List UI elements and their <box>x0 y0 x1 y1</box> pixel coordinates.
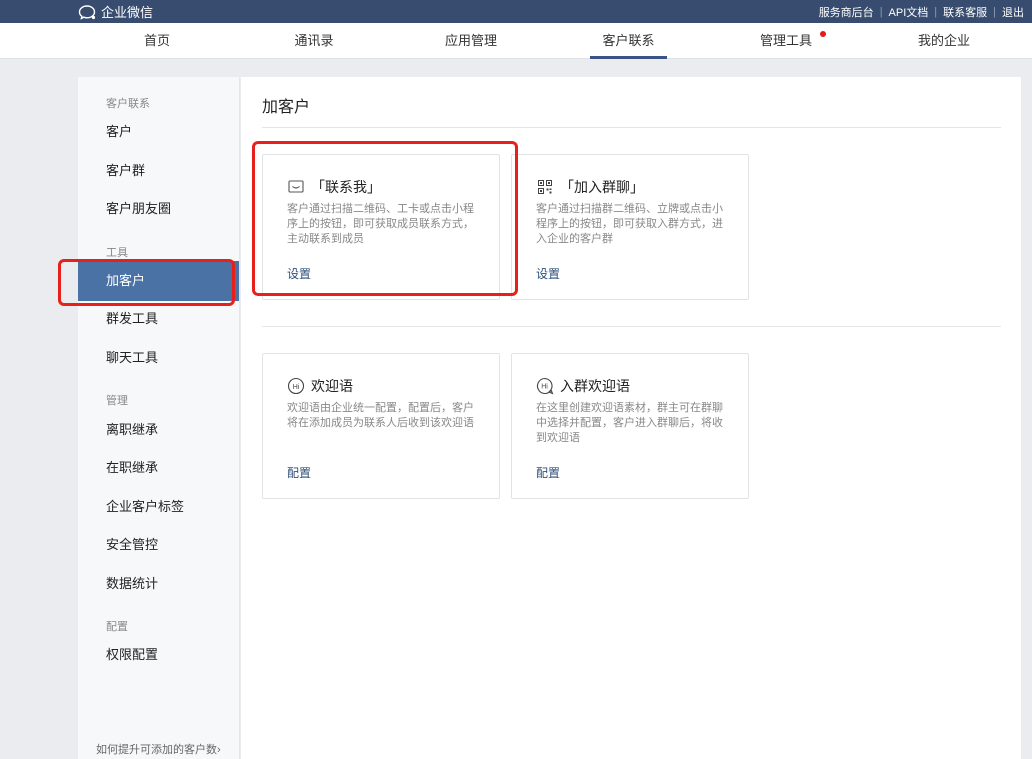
card-description: 欢迎语由企业统一配置，配置后，客户将在添加成员为联系人后收到该欢迎语 <box>287 402 474 429</box>
card-title: 欢迎语 <box>311 378 353 394</box>
top-bar: 企业微信 服务商后台 | API文档 | 联系客服 | 退出 <box>0 0 1032 23</box>
nav-customer-contact[interactable]: 客户联系 <box>590 23 667 59</box>
sidebar-footer-link[interactable]: 如何提升可添加的客户数› <box>96 741 221 757</box>
card-welcome-message: Hi 欢迎语 欢迎语由企业统一配置，配置后，客户将在添加成员为联系人后收到该欢迎… <box>262 353 500 499</box>
separator: | <box>934 5 938 18</box>
hi-bubble-icon: Hi <box>287 377 305 395</box>
svg-text:Hi: Hi <box>541 384 548 391</box>
top-links: 服务商后台 | API文档 | 联系客服 | 退出 <box>819 0 1024 23</box>
main-nav: 首页 通讯录 应用管理 客户联系 管理工具 我的企业 <box>0 23 1032 59</box>
card-head: 「加入群聊」 <box>536 177 644 197</box>
nav-management-tools-label: 管理工具 <box>759 33 812 48</box>
card-group-welcome-message: Hi 入群欢迎语 在这里创建欢迎语素材，群主可在群聊中选择并配置，客户进入群聊后… <box>511 353 749 499</box>
config-link[interactable]: 配置 <box>287 464 311 481</box>
separator: | <box>879 5 883 18</box>
link-contact-support[interactable]: 联系客服 <box>943 4 987 20</box>
sidebar-item-stats[interactable]: 数据统计 <box>78 564 239 604</box>
divider <box>262 127 1001 128</box>
sidebar-group-manage: 管理 <box>106 395 128 407</box>
sidebar-group-customer-contact: 客户联系 <box>106 98 150 110</box>
divider <box>262 326 1001 327</box>
sidebar-item-customer[interactable]: 客户 <box>78 112 239 152</box>
card-head: Hi 入群欢迎语 <box>536 376 630 396</box>
nav-my-enterprise[interactable]: 我的企业 <box>910 23 978 59</box>
svg-text:Hi: Hi <box>293 384 300 391</box>
sidebar-item-onjob-transfer[interactable]: 在职继承 <box>78 448 239 488</box>
sidebar-footer-label: 如何提升可添加的客户数 <box>96 744 217 756</box>
card-description: 客户通过扫描二维码、工卡或点击小程序上的按钮，即可获取成员联系方式，主动联系到成… <box>287 203 474 245</box>
sidebar-group-tools: 工具 <box>106 247 128 259</box>
config-link[interactable]: 配置 <box>536 464 560 481</box>
logo-text: 企业微信 <box>101 5 154 20</box>
sidebar-item-add-customer[interactable]: 加客户 <box>78 261 239 301</box>
separator: | <box>993 5 996 18</box>
sidebar-item-customer-group[interactable]: 客户群 <box>78 151 239 191</box>
notification-dot <box>820 31 826 37</box>
sidebar-item-moments[interactable]: 客户朋友圈 <box>78 189 239 229</box>
sidebar-item-chat-tools[interactable]: 聊天工具 <box>78 338 239 378</box>
card-description: 在这里创建欢迎语素材，群主可在群聊中选择并配置，客户进入群聊后，将收到欢迎语 <box>536 402 723 444</box>
card-description: 客户通过扫描群二维码、立牌或点击小程序上的按钮，即可获取入群方式，进入企业的客户… <box>536 203 723 245</box>
hi-bubble-icon: Hi <box>536 377 554 395</box>
card-head: 「联系我」 <box>287 177 381 197</box>
chevron-right-icon: › <box>217 744 221 756</box>
contact-me-icon <box>287 178 305 196</box>
wework-logo-icon <box>78 4 96 20</box>
card-head: Hi 欢迎语 <box>287 376 353 396</box>
sidebar-item-resigned-transfer[interactable]: 离职继承 <box>78 410 239 450</box>
link-api-docs[interactable]: API文档 <box>889 4 929 20</box>
logo[interactable]: 企业微信 <box>78 0 153 23</box>
nav-app-management[interactable]: 应用管理 <box>437 23 505 59</box>
card-title: 「联系我」 <box>311 179 381 195</box>
card-title: 「加入群聊」 <box>560 179 644 195</box>
nav-management-tools[interactable]: 管理工具 <box>752 23 826 59</box>
sidebar: 客户联系 客户 客户群 客户朋友圈 工具 加客户 群发工具 聊天工具 管理 离职… <box>78 77 240 759</box>
sidebar-item-security[interactable]: 安全管控 <box>78 525 239 565</box>
sidebar-item-permissions[interactable]: 权限配置 <box>78 635 239 675</box>
card-join-group: 「加入群聊」 客户通过扫描群二维码、立牌或点击小程序上的按钮，即可获取入群方式，… <box>511 154 749 300</box>
sidebar-item-mass-send[interactable]: 群发工具 <box>78 299 239 339</box>
card-contact-me: 「联系我」 客户通过扫描二维码、工卡或点击小程序上的按钮，即可获取成员联系方式，… <box>262 154 500 300</box>
link-provider-console[interactable]: 服务商后台 <box>819 4 874 20</box>
nav-contacts[interactable]: 通讯录 <box>285 23 343 59</box>
sidebar-group-config: 配置 <box>106 621 128 633</box>
qrcode-icon <box>536 178 554 196</box>
sidebar-item-customer-tags[interactable]: 企业客户标签 <box>78 487 239 527</box>
setup-link[interactable]: 设置 <box>536 265 560 282</box>
setup-link[interactable]: 设置 <box>287 265 311 282</box>
page-title: 加客户 <box>262 99 311 116</box>
nav-home[interactable]: 首页 <box>128 23 186 59</box>
link-logout[interactable]: 退出 <box>1002 4 1024 20</box>
main-content: 加客户 「联系我」 客户通过扫描二维码、工卡或点击小程序上的按钮，即可获取成员联… <box>241 77 1021 759</box>
card-title: 入群欢迎语 <box>560 378 630 394</box>
